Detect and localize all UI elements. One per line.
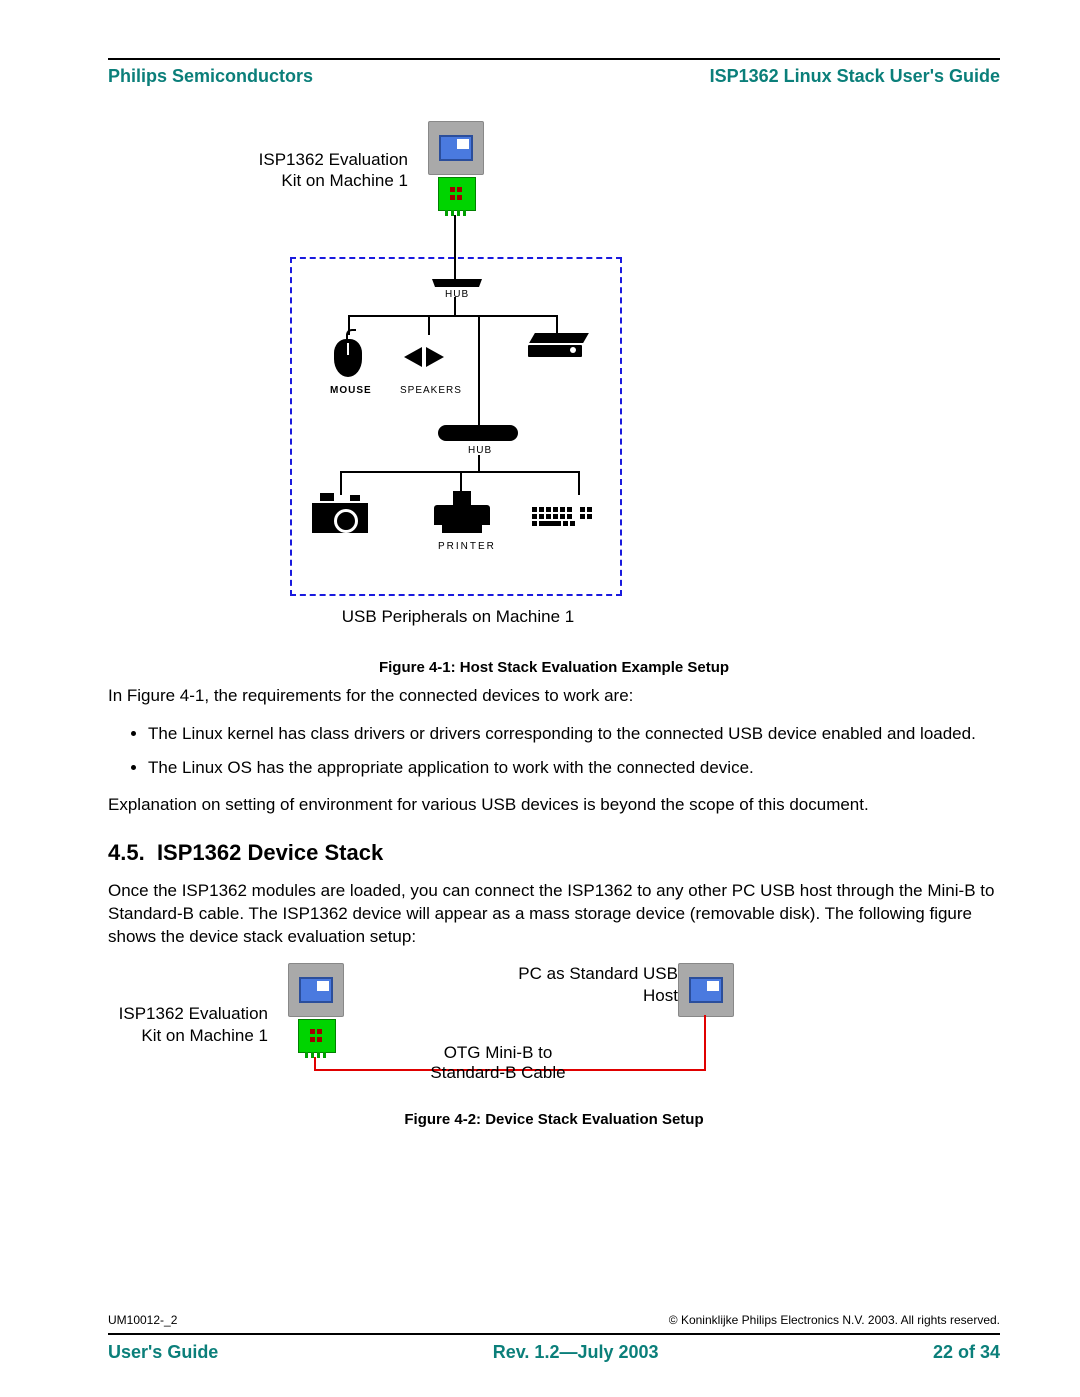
printer-icon — [434, 505, 490, 533]
hub2-label: HUB — [468, 445, 492, 456]
printer-label: PRINTER — [438, 541, 496, 552]
connector-line — [428, 315, 430, 335]
connector-line — [478, 455, 480, 471]
pc-icon — [428, 121, 484, 175]
footer-rule — [108, 1333, 1000, 1335]
footer-right: 22 of 34 — [933, 1342, 1000, 1363]
hub-icon — [432, 279, 482, 287]
pc-host-icon — [678, 963, 734, 1017]
kit-label: ISP1362 Evaluation Kit on Machine 1 — [88, 1003, 268, 1046]
speakers-label: SPEAKERS — [400, 385, 462, 396]
mouse-label: MOUSE — [330, 385, 372, 396]
hub-label: HUB — [445, 289, 469, 300]
camera-icon — [312, 503, 368, 533]
mouse-icon — [334, 339, 362, 377]
footer-left: User's Guide — [108, 1342, 218, 1363]
figure-4-1: ISP1362 Evaluation Kit on Machine 1 HUB … — [108, 97, 1000, 657]
list-item: The Linux OS has the appropriate applica… — [148, 756, 1000, 780]
board-icon — [438, 177, 476, 211]
copyright: © Koninklijke Philips Electronics N.V. 2… — [669, 1313, 1000, 1327]
top-rule — [108, 58, 1000, 60]
connector-line — [578, 471, 580, 495]
connector-line — [454, 297, 456, 315]
connector-line — [478, 335, 480, 425]
doc-id: UM10012-_2 — [108, 1313, 177, 1327]
host-label: PC as Standard USB Host — [508, 963, 678, 1006]
connector-line — [454, 259, 456, 279]
connector-line — [478, 315, 480, 335]
cable-label: OTG Mini-B to Standard-B Cable — [388, 1043, 608, 1083]
footer-center: Rev. 1.2—July 2003 — [493, 1342, 659, 1363]
header-right: ISP1362 Linux Stack User's Guide — [710, 66, 1000, 87]
connector-line — [348, 315, 558, 317]
keyboard-icon — [532, 507, 592, 526]
kit-label: ISP1362 Evaluation Kit on Machine 1 — [228, 149, 408, 192]
figure-4-2: ISP1362 Evaluation Kit on Machine 1 PC a… — [108, 963, 1000, 1123]
hub2-icon — [438, 425, 518, 441]
cable-line — [704, 1015, 706, 1071]
footer-small: UM10012-_2 © Koninklijke Philips Electro… — [108, 1313, 1000, 1327]
figure-caption-2: Figure 4-2: Device Stack Evaluation Setu… — [108, 1111, 1000, 1128]
connector-line — [556, 315, 558, 335]
peripherals-label: USB Peripherals on Machine 1 — [308, 607, 608, 627]
section-heading: 4.5. ISP1362 Device Stack — [108, 840, 1000, 866]
outro-paragraph: Explanation on setting of environment fo… — [108, 794, 1000, 817]
page: Philips Semiconductors ISP1362 Linux Sta… — [0, 0, 1080, 1397]
connector-line — [454, 215, 456, 259]
footer-row: User's Guide Rev. 1.2—July 2003 22 of 34 — [108, 1342, 1000, 1363]
body-text: In Figure 4-1, the requirements for the … — [108, 685, 1000, 949]
speakers-icon — [404, 347, 444, 367]
section-number: 4.5. — [108, 840, 145, 865]
section-paragraph: Once the ISP1362 modules are loaded, you… — [108, 880, 1000, 949]
intro-paragraph: In Figure 4-1, the requirements for the … — [108, 685, 1000, 708]
header-left: Philips Semiconductors — [108, 66, 313, 87]
requirements-list: The Linux kernel has class drivers or dr… — [148, 722, 1000, 780]
figure-caption: Figure 4-1: Host Stack Evaluation Exampl… — [108, 659, 1000, 676]
pc-icon — [288, 963, 344, 1017]
board-icon — [298, 1019, 336, 1053]
connector-line — [340, 471, 342, 495]
page-header: Philips Semiconductors ISP1362 Linux Sta… — [108, 66, 1000, 87]
scanner-icon — [528, 345, 582, 357]
list-item: The Linux kernel has class drivers or dr… — [148, 722, 1000, 746]
section-title: ISP1362 Device Stack — [157, 840, 383, 865]
